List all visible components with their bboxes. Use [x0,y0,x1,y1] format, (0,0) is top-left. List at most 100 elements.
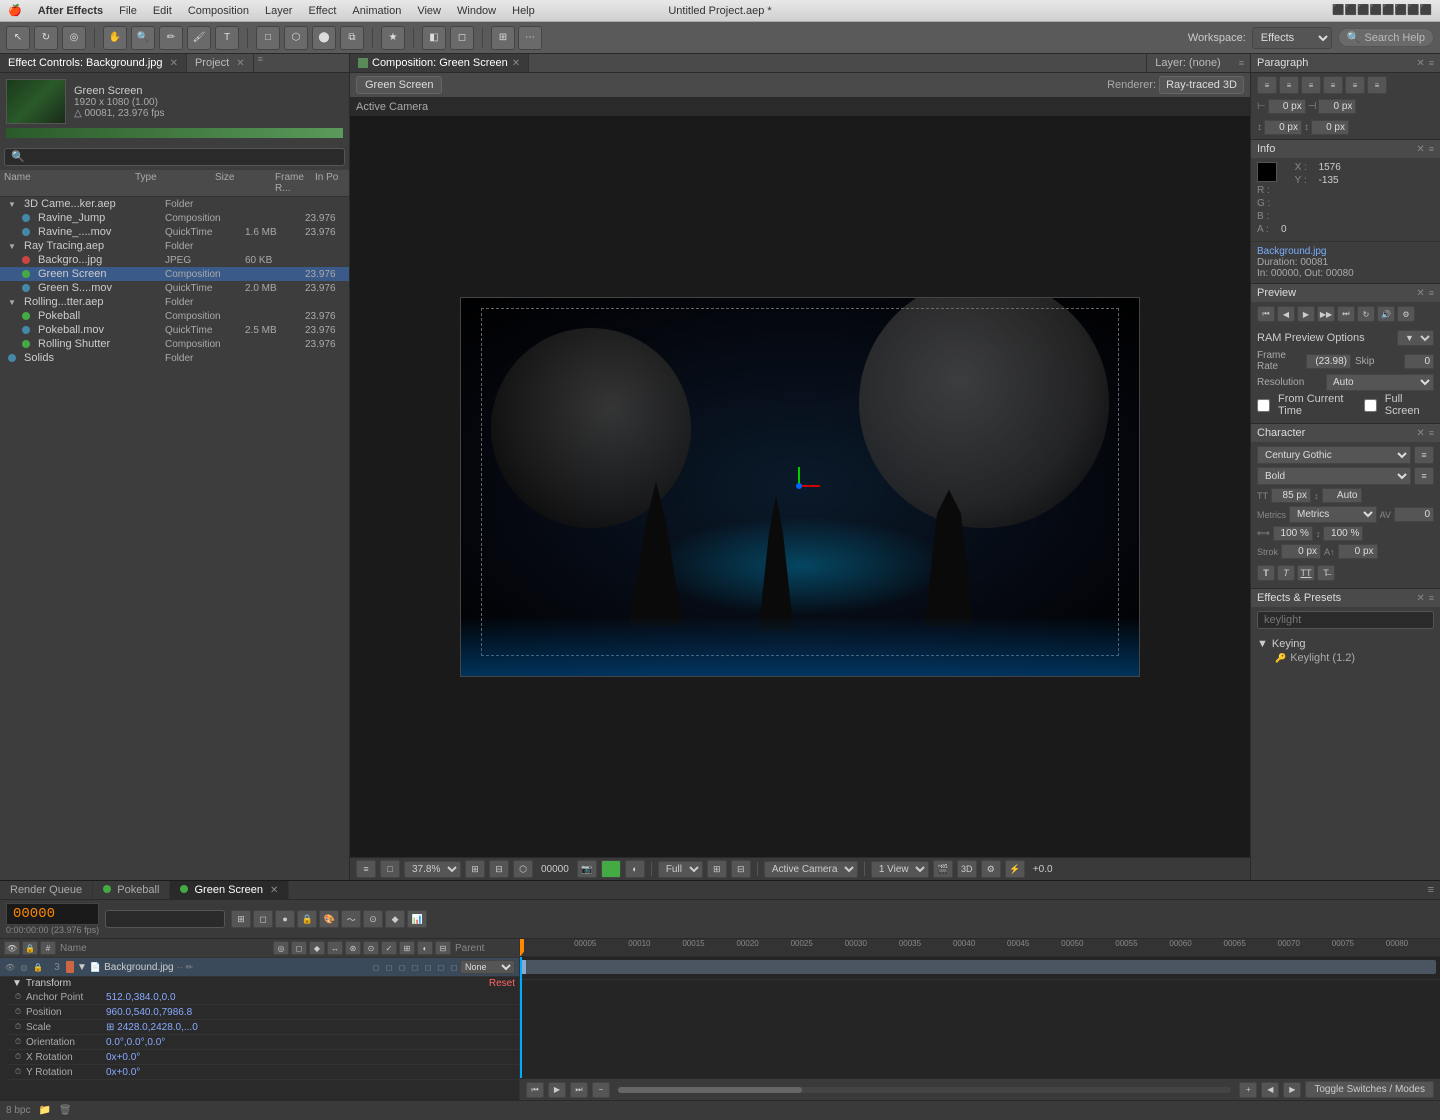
reset-btn[interactable]: Reset [489,978,515,989]
tb-play-btn[interactable]: ▶ [548,1082,566,1098]
tb-scroll-right-btn[interactable]: ▶ [1283,1082,1301,1098]
comp-tab-green-screen[interactable]: Composition: Green Screen ✕ [350,54,529,72]
last-frame-btn[interactable]: ⏭ [1337,306,1355,322]
tl-path-btn[interactable]: ⊙ [363,910,383,928]
bold-btn[interactable]: T [1257,565,1275,581]
green-screen-button[interactable]: Green Screen [356,76,442,94]
align-right-btn[interactable]: ≡ [1301,76,1321,94]
position-value[interactable]: 960.0,540.0,7986.8 [106,1007,192,1018]
viewer-render-btn[interactable]: ⚙ [981,860,1001,878]
tool-text[interactable]: T [215,26,239,50]
tb-zoom-out-btn[interactable]: − [592,1082,610,1098]
layer-parent-selector[interactable]: None [460,960,515,974]
magnet-btn[interactable]: ⋯ [518,26,542,50]
preview-close[interactable]: ✕ [1416,288,1424,299]
keying-group-title[interactable]: ▼ Keying [1257,637,1434,651]
char-style-menu-btn[interactable]: ≡ [1414,467,1434,485]
project-list-item[interactable]: Rolling...tter.aepFolder [0,295,349,309]
play-btn[interactable]: ▶ [1297,306,1315,322]
snap-btn[interactable]: ⊞ [491,26,515,50]
layer-solo-icon[interactable]: ◎ [18,961,30,973]
tl-comp-btn[interactable]: ⊞ [231,910,251,928]
v-scale-input[interactable] [1323,526,1363,541]
viewer-grid2-btn[interactable]: ⊟ [731,860,751,878]
layer-switch-1[interactable]: ◻ [370,961,382,973]
app-name[interactable]: After Effects [38,5,103,17]
tool-camera[interactable]: ◧ [422,26,446,50]
tl-color-btn[interactable]: 🎨 [319,910,339,928]
layer-switch-6[interactable]: ◻ [435,961,447,973]
layer-switch-2[interactable]: ◻ [383,961,395,973]
anchor-stopwatch-icon[interactable]: ⏱ [12,991,24,1003]
character-menu[interactable]: ≡ [1429,428,1434,438]
effects-close[interactable]: ✕ [1416,593,1424,604]
tool-orbit[interactable]: ◎ [62,26,86,50]
align-justify-btn[interactable]: ≡ [1323,76,1343,94]
underline-btn[interactable]: TT [1297,565,1315,581]
project-list-item[interactable]: Ravine_JumpComposition23.976 [0,211,349,225]
viewer-grid-btn[interactable]: ⊟ [489,860,509,878]
project-list-item[interactable]: Ravine_....movQuickTime1.6 MB23.976 [0,225,349,239]
tl-graph-btn[interactable]: 📊 [407,910,427,928]
layer-name[interactable]: Background.jpg [104,962,174,973]
leading-input[interactable] [1322,488,1362,503]
kerning-input[interactable] [1394,507,1434,522]
layer-track-bar[interactable] [522,960,1436,974]
project-list-item[interactable]: Rolling ShutterComposition23.976 [0,337,349,351]
italic-btn[interactable]: T [1277,565,1295,581]
layer-num-btn[interactable]: # [40,941,56,955]
view-count-selector[interactable]: 1 View [871,861,929,878]
project-list-item[interactable]: Green ScreenComposition23.976 [0,267,349,281]
viewer-3d-btn[interactable]: 3D [957,860,977,878]
lh-btn-3[interactable]: ◆ [309,941,325,955]
viewer-snap-btn[interactable]: ⊞ [465,860,485,878]
baseline-input[interactable] [1338,544,1378,559]
scale-value[interactable]: ⊞ 2428.0,2428.0,...0 [106,1022,198,1033]
viewer-checkerboard-btn[interactable]: ⊞ [707,860,727,878]
align-center-btn[interactable]: ≡ [1279,76,1299,94]
lh-btn-5[interactable]: ⊛ [345,941,361,955]
lh-btn-4[interactable]: ↔ [327,941,343,955]
viewer-fast-btn[interactable]: ⚡ [1005,860,1025,878]
tool-pan[interactable]: ✋ [103,26,127,50]
zoom-selector[interactable]: 37.8% [404,861,461,878]
tool-light[interactable]: ◻ [450,26,474,50]
audio-btn[interactable]: 🔊 [1377,306,1395,322]
apple-menu[interactable]: 🍎 [8,4,22,17]
panel-menu[interactable]: ≡ [258,54,263,72]
space-before-input[interactable] [1264,120,1302,135]
tool-paint[interactable]: ⬤ [312,26,336,50]
layer-switch-3[interactable]: ◻ [396,961,408,973]
menu-animation[interactable]: Animation [352,5,401,17]
info-menu[interactable]: ≡ [1429,144,1434,154]
h-scale-input[interactable] [1273,526,1313,541]
play-audio-btn[interactable]: ▶▶ [1317,306,1335,322]
first-frame-btn[interactable]: ⏮ [1257,306,1275,322]
transform-arrow[interactable]: ▼ [12,978,22,989]
lh-btn-6[interactable]: ⊙ [363,941,379,955]
layer-hide-btn[interactable]: 👁 [4,941,20,955]
tb-end-btn[interactable]: ⏭ [570,1082,588,1098]
layer-expand-icon[interactable]: ▼ [77,962,87,973]
menu-view[interactable]: View [417,5,441,17]
scale-stopwatch-icon[interactable]: ⏱ [12,1021,24,1033]
orientation-stopwatch-icon[interactable]: ⏱ [12,1036,24,1048]
options-btn[interactable]: ⚙ [1397,306,1415,322]
comp-viewer[interactable] [350,116,1250,857]
align-justify-all-btn[interactable]: ≡ [1367,76,1387,94]
menu-edit[interactable]: Edit [153,5,172,17]
status-folder-btn[interactable]: 📁 [38,1105,50,1116]
menu-window[interactable]: Window [457,5,496,17]
project-list-item[interactable]: Backgro...jpgJPEG60 KB [0,253,349,267]
project-list-item[interactable]: Pokeball.movQuickTime2.5 MB23.976 [0,323,349,337]
render-queue-tab[interactable]: Render Queue [0,881,93,899]
anchor-point-value[interactable]: 512.0,384.0,0.0 [106,992,176,1003]
viewer-color-btn[interactable] [601,860,621,878]
layer-visible-icon[interactable]: 👁 [4,961,16,973]
font-style-selector[interactable]: Bold [1257,467,1411,485]
strikethrough-btn[interactable]: T̶ [1317,565,1335,581]
project-list-item[interactable]: Green S....movQuickTime2.0 MB23.976 [0,281,349,295]
character-close[interactable]: ✕ [1416,428,1424,439]
paragraph-close[interactable]: ✕ [1416,58,1424,69]
loop-btn[interactable]: ↻ [1357,306,1375,322]
